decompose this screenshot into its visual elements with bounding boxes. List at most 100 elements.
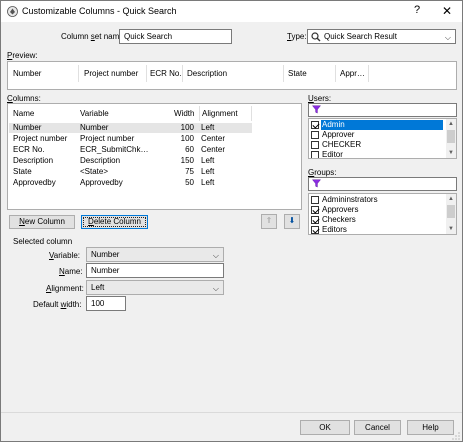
column-header-variable[interactable]: Variable bbox=[80, 107, 109, 121]
row-name: Description bbox=[13, 156, 54, 165]
column-header-alignment[interactable]: Alignment bbox=[202, 107, 238, 121]
type-label: Type: bbox=[287, 32, 307, 41]
new-column-button[interactable]: New Column bbox=[9, 215, 75, 229]
users-list[interactable]: Admin Approver CHECKER Editor ▲ ▼ bbox=[308, 118, 457, 159]
variable-combobox[interactable]: Number ⌵ bbox=[86, 247, 224, 262]
group-checkbox[interactable] bbox=[311, 226, 319, 234]
help-button[interactable]: Help bbox=[407, 420, 454, 435]
preview-divider bbox=[146, 65, 147, 82]
user-checkbox[interactable] bbox=[311, 131, 319, 139]
row-variable: <State> bbox=[80, 167, 109, 176]
users-filter-input[interactable] bbox=[308, 103, 457, 117]
group-checkbox[interactable] bbox=[311, 196, 319, 204]
row-variable: Number bbox=[80, 123, 109, 132]
ok-button[interactable]: OK bbox=[300, 420, 350, 435]
group-label: Checkers bbox=[322, 215, 356, 224]
resize-grip-icon[interactable] bbox=[452, 432, 460, 440]
row-width: 60 bbox=[185, 145, 194, 154]
user-label: Admin bbox=[321, 120, 443, 130]
user-checkbox[interactable] bbox=[311, 151, 319, 158]
row-variable: Approvedby bbox=[80, 178, 123, 187]
columns-table[interactable]: Name Variable Width Alignment Number Num… bbox=[7, 103, 302, 210]
chevron-down-icon: ⌵ bbox=[212, 251, 219, 260]
preview-divider bbox=[182, 65, 183, 82]
default-width-input[interactable]: 100 bbox=[86, 296, 126, 311]
preview-header-number: Number bbox=[13, 69, 42, 78]
title-bar: Customizable Columns - Quick Search ? ✕ bbox=[1, 1, 462, 22]
type-value: Quick Search Result bbox=[324, 32, 397, 41]
preview-label: Preview: bbox=[7, 51, 38, 60]
table-row[interactable]: Description Description 150 Left bbox=[9, 156, 252, 166]
footer-divider bbox=[1, 412, 462, 413]
preview-header-state: State bbox=[288, 69, 307, 78]
row-alignment: Left bbox=[201, 123, 215, 132]
name-input[interactable]: Number bbox=[86, 263, 224, 278]
list-item[interactable]: Approvers bbox=[310, 205, 444, 215]
list-item[interactable]: Editors bbox=[310, 225, 444, 234]
filter-icon bbox=[311, 179, 322, 188]
groups-scrollbar[interactable]: ▲ ▼ bbox=[446, 194, 456, 234]
column-header-width[interactable]: Width bbox=[174, 107, 194, 121]
user-label: Approver bbox=[322, 130, 355, 139]
alignment-value: Left bbox=[91, 283, 105, 292]
row-name: State bbox=[13, 167, 32, 176]
row-name: Number bbox=[13, 123, 42, 132]
preview-panel: Number Project number ECR No. Descriptio… bbox=[7, 61, 457, 90]
table-row[interactable]: Number Number 100 Left bbox=[9, 123, 252, 133]
alignment-combobox[interactable]: Left ⌵ bbox=[86, 280, 224, 295]
list-item[interactable]: Admininstrators bbox=[310, 195, 444, 205]
list-item[interactable]: Admin bbox=[310, 120, 444, 130]
row-name: Approvedby bbox=[13, 178, 56, 187]
scroll-thumb[interactable] bbox=[447, 205, 455, 218]
row-variable: Description bbox=[80, 156, 121, 165]
scroll-down-icon[interactable]: ▼ bbox=[446, 148, 456, 158]
row-alignment: Left bbox=[201, 156, 215, 165]
list-item[interactable]: CHECKER bbox=[310, 140, 444, 150]
move-down-button[interactable]: ⬇ bbox=[284, 214, 300, 229]
table-row[interactable]: Approvedby Approvedby 50 Left bbox=[9, 178, 252, 188]
chevron-down-icon: ⌵ bbox=[212, 284, 219, 293]
user-checkbox[interactable] bbox=[311, 141, 319, 149]
scroll-down-icon[interactable]: ▼ bbox=[446, 224, 456, 234]
scroll-up-icon[interactable]: ▲ bbox=[446, 119, 456, 129]
list-item[interactable]: Approver bbox=[310, 130, 444, 140]
close-button[interactable]: ✕ bbox=[437, 3, 457, 20]
list-item[interactable]: Editor bbox=[310, 150, 444, 159]
cancel-button[interactable]: Cancel bbox=[354, 420, 401, 435]
groups-list[interactable]: Admininstrators Approvers Checkers Edito… bbox=[308, 193, 457, 235]
row-width: 50 bbox=[185, 178, 194, 187]
user-label: Editor bbox=[322, 150, 343, 159]
list-item[interactable]: Checkers bbox=[310, 215, 444, 225]
default-width-label: Default width: bbox=[33, 300, 82, 309]
move-up-button[interactable]: ⇑ bbox=[261, 214, 277, 229]
name-label: Name: bbox=[59, 267, 83, 276]
user-checkbox[interactable] bbox=[311, 121, 319, 129]
table-row[interactable]: ECR No. ECR_SubmitChk… 60 Center bbox=[9, 145, 252, 155]
window-title: Customizable Columns - Quick Search bbox=[22, 6, 177, 16]
row-alignment: Center bbox=[201, 145, 226, 154]
search-icon bbox=[311, 32, 321, 42]
scroll-thumb[interactable] bbox=[447, 130, 455, 143]
preview-divider bbox=[335, 65, 336, 82]
filter-icon bbox=[311, 105, 322, 114]
delete-column-button[interactable]: Delete Column bbox=[81, 215, 148, 229]
variable-value: Number bbox=[91, 250, 120, 259]
row-width: 100 bbox=[180, 123, 194, 132]
groups-filter-input[interactable] bbox=[308, 177, 457, 191]
column-header-name[interactable]: Name bbox=[13, 107, 34, 121]
row-width: 75 bbox=[185, 167, 194, 176]
scroll-up-icon[interactable]: ▲ bbox=[446, 194, 456, 204]
table-row[interactable]: State <State> 75 Left bbox=[9, 167, 252, 177]
table-row[interactable]: Project number Project number 100 Center bbox=[9, 134, 252, 144]
preview-divider bbox=[78, 65, 79, 82]
app-icon bbox=[7, 6, 18, 17]
users-scrollbar[interactable]: ▲ ▼ bbox=[446, 119, 456, 158]
column-set-name-input[interactable]: Quick Search bbox=[119, 29, 232, 44]
row-variable: ECR_SubmitChk… bbox=[80, 145, 149, 154]
group-label: Editors bbox=[322, 225, 347, 234]
group-checkbox[interactable] bbox=[311, 216, 319, 224]
help-title-button[interactable]: ? bbox=[411, 4, 423, 19]
type-combobox[interactable]: Quick Search Result ⌵ bbox=[307, 29, 456, 44]
alignment-label: Alignment: bbox=[46, 284, 84, 293]
group-checkbox[interactable] bbox=[311, 206, 319, 214]
